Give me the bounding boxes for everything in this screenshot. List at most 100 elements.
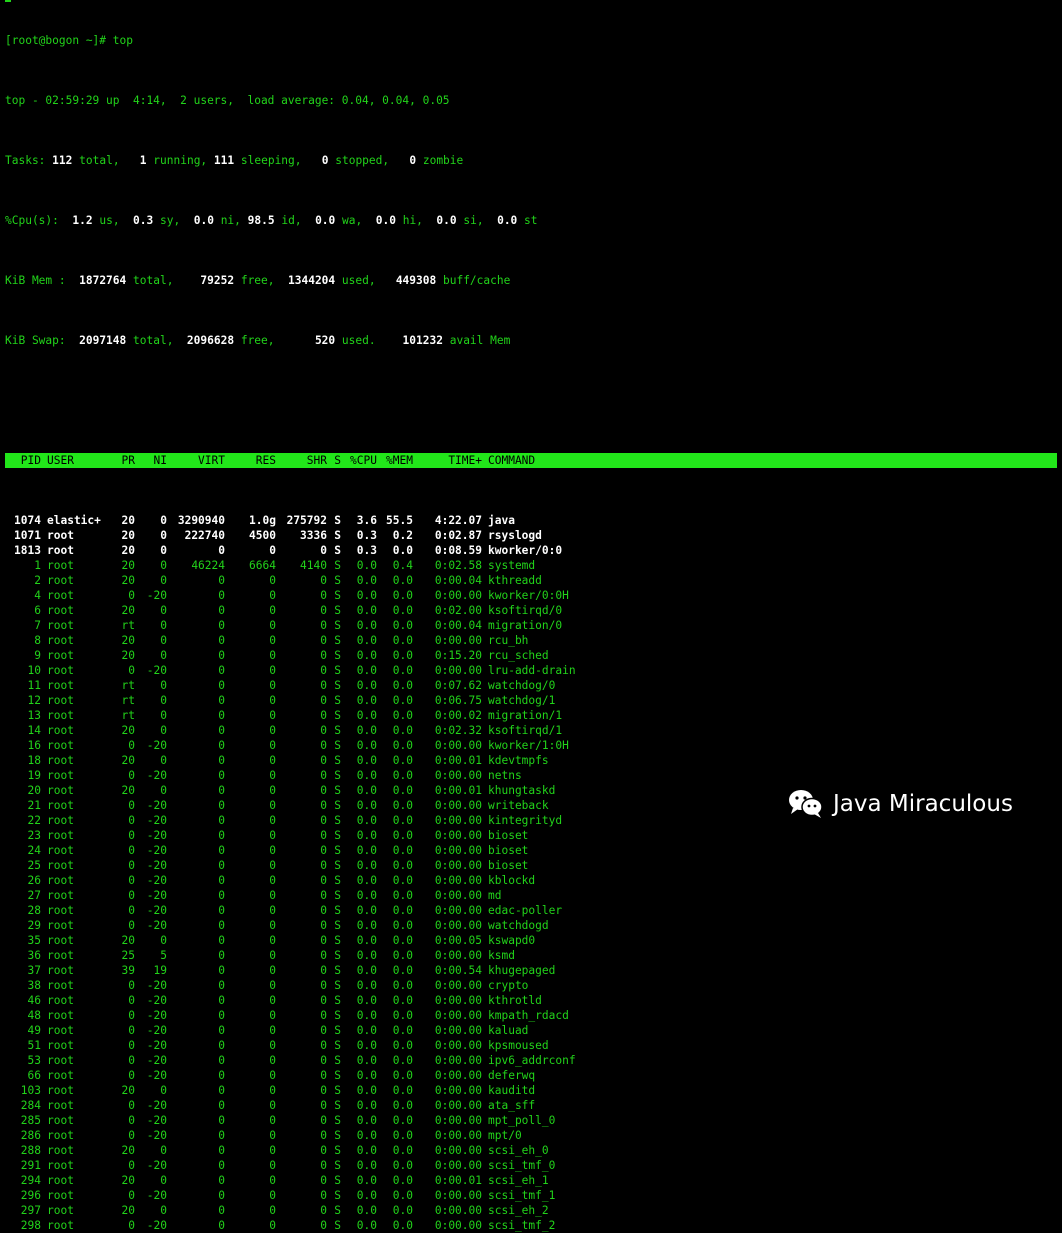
process-row[interactable]: 2 root 20 0 0 0 0 S 0.0 0.0 0:00.04 kthreadd — [5, 573, 1062, 588]
process-row[interactable]: 49 root 0 -20 0 0 0 S 0.0 0.0 0:00.00 kaluad — [5, 1023, 1062, 1038]
process-row[interactable]: 1813 root 20 0 0 0 0 S 0.3 0.0 0:08.59 kworker/0:0 — [5, 543, 1062, 558]
process-row[interactable]: 103 root 20 0 0 0 0 S 0.0 0.0 0:00.00 kauditd — [5, 1083, 1062, 1098]
cell-virt: 0 — [218, 1189, 225, 1202]
process-row[interactable]: 297 root 20 0 0 0 0 S 0.0 0.0 0:00.00 scsi_eh_2 — [5, 1203, 1062, 1218]
process-row[interactable]: 28 root 0 -20 0 0 0 S 0.0 0.0 0:00.00 edac-poller — [5, 903, 1062, 918]
process-row[interactable]: 12 root rt 0 0 0 0 S 0.0 0.0 0:06.75 watchdog/1 — [5, 693, 1062, 708]
cell-cpu: 0.0 — [356, 1084, 377, 1097]
cell-pr: 20 — [121, 514, 135, 527]
process-row[interactable]: 51 root 0 -20 0 0 0 S 0.0 0.0 0:00.00 kpsmoused — [5, 1038, 1062, 1053]
process-row[interactable]: 298 root 0 -20 0 0 0 S 0.0 0.0 0:00.00 scsi_tmf_2 — [5, 1218, 1062, 1233]
process-row[interactable]: 29 root 0 -20 0 0 0 S 0.0 0.0 0:00.00 watchdogd — [5, 918, 1062, 933]
cell-pid: 23 — [27, 829, 41, 842]
process-row[interactable]: 286 root 0 -20 0 0 0 S 0.0 0.0 0:00.00 mpt/0 — [5, 1128, 1062, 1143]
process-row[interactable]: 8 root 20 0 0 0 0 S 0.0 0.0 0:00.00 rcu_bh — [5, 633, 1062, 648]
cell-mem: 0.0 — [392, 934, 413, 947]
process-row[interactable]: 25 root 0 -20 0 0 0 S 0.0 0.0 0:00.00 bioset — [5, 858, 1062, 873]
process-row[interactable]: 291 root 0 -20 0 0 0 S 0.0 0.0 0:00.00 scsi_tmf_0 — [5, 1158, 1062, 1173]
cell-pr: 0 — [128, 994, 135, 1007]
cell-state: S — [334, 1189, 341, 1202]
process-row[interactable]: 23 root 0 -20 0 0 0 S 0.0 0.0 0:00.00 bioset — [5, 828, 1062, 843]
cell-virt: 0 — [218, 814, 225, 827]
cell-command: ksoftirqd/0 — [488, 604, 563, 617]
cell-user: root — [47, 859, 74, 872]
process-row[interactable]: 24 root 0 -20 0 0 0 S 0.0 0.0 0:00.00 bioset — [5, 843, 1062, 858]
cell-command: ksoftirqd/1 — [488, 724, 563, 737]
cell-virt: 0 — [218, 829, 225, 842]
cpu-ni: 0.0 — [193, 214, 214, 227]
cell-res: 0 — [269, 1099, 276, 1112]
cell-time: 0:00.00 — [434, 634, 482, 647]
process-row[interactable]: 46 root 0 -20 0 0 0 S 0.0 0.0 0:00.00 kthrotld — [5, 993, 1062, 1008]
cell-mem: 0.0 — [392, 1204, 413, 1217]
process-row[interactable]: 7 root rt 0 0 0 0 S 0.0 0.0 0:00.04 migration/0 — [5, 618, 1062, 633]
cell-command: kworker/1:0H — [488, 739, 569, 752]
cell-pr: 0 — [128, 829, 135, 842]
cell-command: scsi_tmf_0 — [488, 1159, 556, 1172]
process-row[interactable]: 27 root 0 -20 0 0 0 S 0.0 0.0 0:00.00 md — [5, 888, 1062, 903]
process-row[interactable]: 1074 elastic+ 20 0 3290940 1.0g 275792 S 3.6 55.5… — [5, 513, 1062, 528]
process-row[interactable]: 1 root 20 0 46224 6664 4140 S 0.0 0.4 0:02.58 syste… — [5, 558, 1062, 573]
cell-time: 0:06.75 — [434, 694, 482, 707]
process-row[interactable]: 37 root 39 19 0 0 0 S 0.0 0.0 0:00.54 khugepaged — [5, 963, 1062, 978]
cell-ni: 0 — [160, 724, 167, 737]
cell-cpu: 0.0 — [356, 619, 377, 632]
cell-mem: 0.0 — [392, 994, 413, 1007]
cell-shr: 0 — [320, 1039, 327, 1052]
cell-state: S — [334, 1159, 341, 1172]
process-row[interactable]: 38 root 0 -20 0 0 0 S 0.0 0.0 0:00.00 crypto — [5, 978, 1062, 993]
process-row[interactable]: 48 root 0 -20 0 0 0 S 0.0 0.0 0:00.00 kmpath_rdacd — [5, 1008, 1062, 1023]
cell-cpu: 0.0 — [356, 1039, 377, 1052]
cell-state: S — [334, 529, 341, 542]
cell-command: kblockd — [488, 874, 536, 887]
cell-cpu: 0.0 — [356, 724, 377, 737]
cpu-si: 0.0 — [436, 214, 457, 227]
cell-ni: -20 — [146, 1054, 167, 1067]
cell-shr: 0 — [320, 1129, 327, 1142]
cell-pr: 0 — [128, 919, 135, 932]
cell-pid: 36 — [27, 949, 41, 962]
cpu-sy-label: sy, — [160, 214, 181, 227]
process-row[interactable]: 11 root rt 0 0 0 0 S 0.0 0.0 0:07.62 watchdog/0 — [5, 678, 1062, 693]
cell-cpu: 0.0 — [356, 739, 377, 752]
process-row[interactable]: 13 root rt 0 0 0 0 S 0.0 0.0 0:00.02 migration/1 — [5, 708, 1062, 723]
cell-ni: 0 — [160, 634, 167, 647]
cell-mem: 0.0 — [392, 874, 413, 887]
process-row[interactable]: 285 root 0 -20 0 0 0 S 0.0 0.0 0:00.00 mpt_poll_0 — [5, 1113, 1062, 1128]
process-row[interactable]: 10 root 0 -20 0 0 0 S 0.0 0.0 0:00.00 lru-add-drain — [5, 663, 1062, 678]
process-row[interactable]: 9 root 20 0 0 0 0 S 0.0 0.0 0:15.20 rcu_sched — [5, 648, 1062, 663]
process-row[interactable]: 294 root 20 0 0 0 0 S 0.0 0.0 0:00.01 scsi_eh_1 — [5, 1173, 1062, 1188]
process-row[interactable]: 19 root 0 -20 0 0 0 S 0.0 0.0 0:00.00 netns — [5, 768, 1062, 783]
cell-res: 0 — [269, 874, 276, 887]
cell-pid: 16 — [27, 739, 41, 752]
cell-shr: 0 — [320, 1159, 327, 1172]
process-row[interactable]: 6 root 20 0 0 0 0 S 0.0 0.0 0:02.00 ksoftirqd/0 — [5, 603, 1062, 618]
process-row[interactable]: 288 root 20 0 0 0 0 S 0.0 0.0 0:00.00 scsi_eh_0 — [5, 1143, 1062, 1158]
cell-pid: 28 — [27, 904, 41, 917]
col-shr: SHR — [306, 454, 327, 467]
process-row[interactable]: 4 root 0 -20 0 0 0 S 0.0 0.0 0:00.00 kworker/0:0H — [5, 588, 1062, 603]
cell-user: root — [47, 814, 74, 827]
process-row[interactable]: 35 root 20 0 0 0 0 S 0.0 0.0 0:00.05 kswapd0 — [5, 933, 1062, 948]
cell-pid: 24 — [27, 844, 41, 857]
process-row[interactable]: 36 root 25 5 0 0 0 S 0.0 0.0 0:00.00 ksmd — [5, 948, 1062, 963]
cell-mem: 55.5 — [386, 514, 413, 527]
process-row[interactable]: 1071 root 20 0 222740 4500 3336 S 0.3 0.2 0:02.87 r… — [5, 528, 1062, 543]
cell-pr: 0 — [128, 874, 135, 887]
process-row[interactable]: 16 root 0 -20 0 0 0 S 0.0 0.0 0:00.00 kworker/1:0H — [5, 738, 1062, 753]
process-row[interactable]: 18 root 20 0 0 0 0 S 0.0 0.0 0:00.01 kdevtmpfs — [5, 753, 1062, 768]
process-row[interactable]: 296 root 0 -20 0 0 0 S 0.0 0.0 0:00.00 scsi_tmf_1 — [5, 1188, 1062, 1203]
cell-mem: 0.0 — [392, 889, 413, 902]
terminal[interactable]: [root@bogon ~]# top top - 02:59:29 up 4:… — [5, 0, 1062, 1232]
cell-user: root — [47, 679, 74, 692]
process-row[interactable]: 284 root 0 -20 0 0 0 S 0.0 0.0 0:00.00 ata_sff — [5, 1098, 1062, 1113]
process-row[interactable]: 66 root 0 -20 0 0 0 S 0.0 0.0 0:00.00 deferwq — [5, 1068, 1062, 1083]
cell-pid: 294 — [20, 1174, 41, 1187]
process-row[interactable]: 53 root 0 -20 0 0 0 S 0.0 0.0 0:00.00 ipv6_addrconf — [5, 1053, 1062, 1068]
process-row[interactable]: 14 root 20 0 0 0 0 S 0.0 0.0 0:02.32 ksoftirqd/1 — [5, 723, 1062, 738]
cell-mem: 0.0 — [392, 769, 413, 782]
cell-user: root — [47, 1084, 74, 1097]
cell-state: S — [334, 1174, 341, 1187]
cell-pr: 0 — [128, 769, 135, 782]
process-row[interactable]: 26 root 0 -20 0 0 0 S 0.0 0.0 0:00.00 kblockd — [5, 873, 1062, 888]
